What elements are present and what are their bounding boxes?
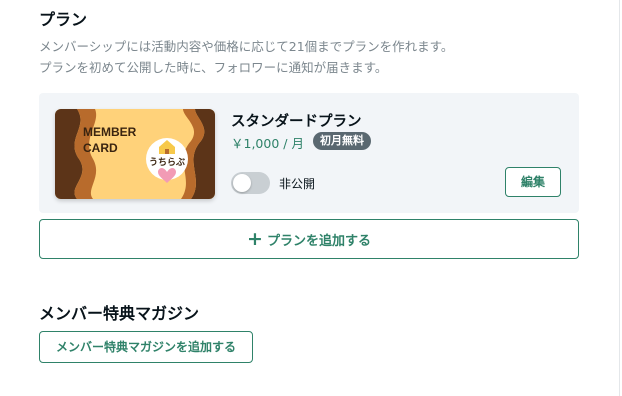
plan-card: MEMBER CARD うちらぶ スタンダードプラン ￥1,000 / 月 初月… [39, 93, 579, 213]
plans-heading: プラン [39, 10, 88, 29]
plans-description-line-1: メンバーシップには活動内容や価格に応じて21個までプランを作れます。 [39, 39, 454, 54]
plan-name: スタンダードプラン [231, 114, 362, 130]
plans-description: メンバーシップには活動内容や価格に応じて21個までプランを作れます。 プランを初… [39, 36, 453, 78]
visibility-label: 非公開 [279, 177, 316, 191]
thumbnail-title-line-1: MEMBER [83, 125, 137, 139]
visibility-toggle[interactable] [231, 172, 270, 194]
plan-price: ￥1,000 / 月 [231, 136, 304, 151]
plans-description-line-2: プランを初めて公開した時に、フォロワーに通知が届きます。 [39, 60, 388, 75]
thumbnail-brand: うちらぶ [149, 157, 185, 168]
thumbnail-title-line-2: CARD [83, 141, 118, 155]
add-plan-button[interactable]: + プランを追加する [39, 219, 579, 259]
plan-thumbnail: MEMBER CARD うちらぶ [55, 109, 215, 199]
edit-plan-button[interactable]: 編集 [505, 167, 561, 197]
add-magazine-button[interactable]: メンバー特典マガジンを追加する [39, 331, 253, 363]
magazine-heading: メンバー特典マガジン [39, 304, 200, 323]
plus-icon: + [247, 227, 263, 250]
toggle-knob [233, 174, 251, 192]
free-first-month-badge: 初月無料 [313, 132, 371, 150]
add-plan-label: プランを追加する [266, 233, 371, 249]
content-divider [619, 0, 620, 396]
